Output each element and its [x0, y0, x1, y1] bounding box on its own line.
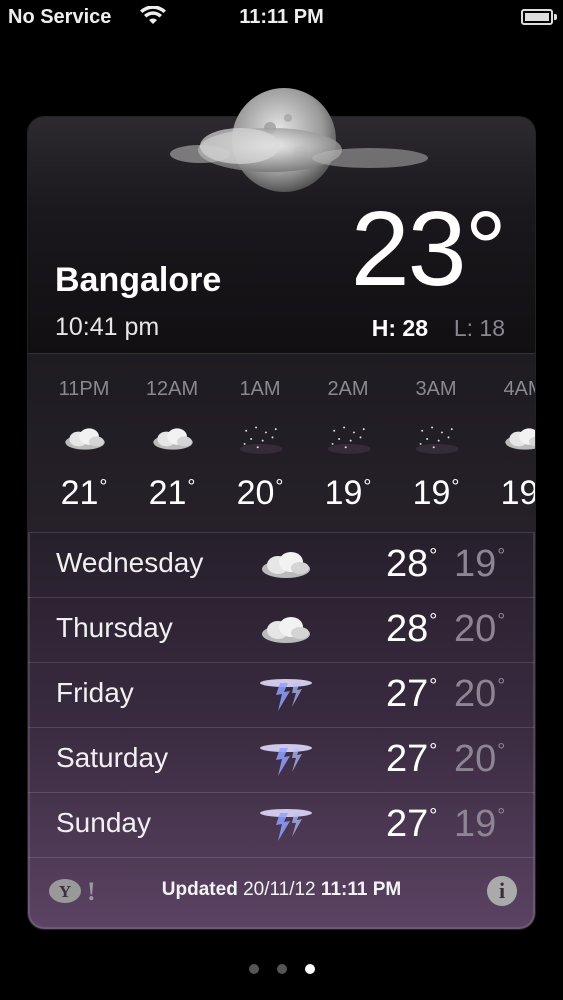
page-dot[interactable] [276, 964, 287, 974]
cloud-icon [258, 612, 314, 648]
stars-icon [414, 424, 460, 454]
current-temperature: 23° [350, 190, 507, 308]
hour-label: 4AM [503, 378, 535, 400]
status-time: 11:11 PM [239, 6, 324, 28]
day-name: Thursday [56, 612, 173, 643]
page-dot[interactable] [248, 964, 259, 974]
thunderstorm-icon [258, 677, 314, 713]
hourly-item: 3AM 19° [394, 354, 478, 532]
footer: Y ! Updated 20/11/12 11:11 PM i [28, 858, 535, 929]
day-high-temp: 27° [386, 803, 438, 845]
hour-label: 11PM [58, 378, 110, 400]
hour-label: 2AM [327, 378, 369, 400]
local-time: 10:41 pm [55, 313, 160, 341]
hour-label: 3AM [415, 378, 457, 400]
low-temp: L: 18 [453, 315, 505, 341]
hourly-item: 1AM 20° [218, 354, 302, 532]
hourly-item: 11PM 21° [42, 354, 126, 532]
page-dot[interactable] [304, 964, 315, 974]
hour-label: 1AM [239, 378, 281, 400]
hour-temp: 19° [500, 474, 535, 512]
day-name: Friday [56, 677, 134, 708]
hour-temp: 21° [148, 474, 196, 512]
thunderstorm-icon [258, 807, 314, 843]
cloud-icon [62, 424, 108, 454]
hour-temp: 20° [236, 474, 284, 512]
forecast-row: Thursday 28° 20° [28, 598, 535, 663]
day-name: Sunday [56, 807, 151, 838]
day-low-temp: 20° [454, 738, 506, 780]
cloud-icon [258, 547, 314, 583]
daily-forecast: Wednesday 28° 19° Thursday 28° 20° Friday 27° 20… [28, 533, 535, 858]
hourly-item: 4AM 19° [482, 354, 535, 532]
high-temp: H: 28 [371, 315, 428, 341]
day-high-temp: 28° [386, 608, 438, 650]
day-name: Wednesday [56, 547, 204, 578]
day-high-temp: 28° [386, 543, 438, 585]
stars-icon [326, 424, 372, 454]
cloud-icon [150, 424, 196, 454]
forecast-row: Wednesday 28° 19° [28, 533, 535, 598]
weather-card: Bangalore 10:41 pm 23° H: 28 L: 18 11PM 2… [28, 117, 535, 929]
city-name: Bangalore [55, 261, 222, 299]
stars-icon [238, 424, 284, 454]
day-high-temp: 27° [386, 673, 438, 715]
page-indicator[interactable] [0, 961, 563, 979]
hourly-forecast[interactable]: 11PM 21° 12AM 21° 1AM 20° 2AM 19° 3AM 19° 4AM 19° [28, 354, 535, 533]
info-button[interactable]: i [487, 876, 517, 906]
hourly-item: 12AM 21° [130, 354, 214, 532]
cloud-icon [502, 424, 535, 454]
hour-temp: 19° [412, 474, 460, 512]
hourly-item: 2AM 19° [306, 354, 390, 532]
battery-icon [521, 9, 557, 25]
forecast-row: Friday 27° 20° [28, 663, 535, 728]
updated-text: Updated 20/11/12 11:11 PM [161, 879, 402, 900]
day-name: Saturday [56, 742, 169, 773]
hour-temp: 21° [60, 474, 108, 512]
forecast-row: Sunday 27° 19° [28, 793, 535, 858]
thunderstorm-icon [258, 742, 314, 778]
forecast-row: Saturday 27° 20° [28, 728, 535, 793]
moon-cloud-icon [160, 88, 440, 198]
day-low-temp: 19° [454, 803, 506, 845]
hour-label: 12AM [145, 378, 199, 400]
status-bar: No Service 11:11 PM [0, 0, 563, 36]
day-low-temp: 20° [454, 673, 506, 715]
day-low-temp: 19° [454, 543, 506, 585]
day-high-temp: 27° [386, 738, 438, 780]
day-low-temp: 20° [454, 608, 506, 650]
hour-temp: 19° [324, 474, 372, 512]
